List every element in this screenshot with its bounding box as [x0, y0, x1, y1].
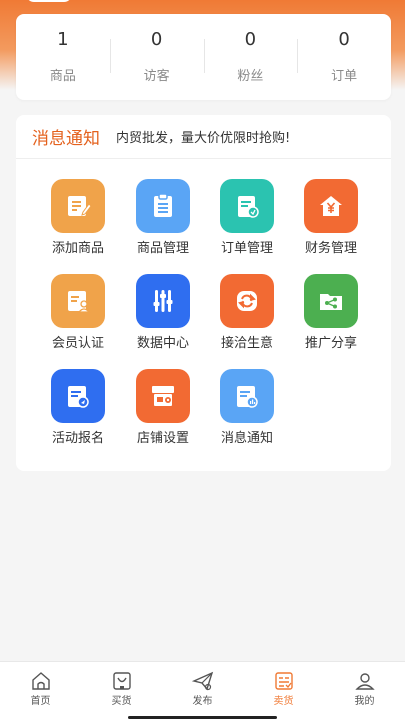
- nav-mine[interactable]: 我的: [324, 662, 405, 720]
- stat-value: 1: [57, 29, 69, 50]
- stat-value: 0: [244, 29, 257, 50]
- feature-promote-share[interactable]: 推广分享: [291, 274, 371, 354]
- stat-products[interactable]: 1 商品: [16, 29, 110, 85]
- feature-label: 活动报名: [51, 431, 104, 446]
- user-icon: [354, 673, 375, 690]
- nav-label: 卖货: [273, 696, 294, 707]
- feature-add-product[interactable]: 添加商品: [38, 179, 118, 259]
- edit-doc-icon: [51, 179, 105, 233]
- feature-label: 推广分享: [304, 336, 357, 351]
- stat-label: 访客: [143, 69, 170, 84]
- sell-list-icon: [274, 672, 293, 690]
- stat-label: 粉丝: [237, 69, 264, 84]
- feature-event-signup[interactable]: 活动报名: [38, 369, 118, 449]
- stat-orders[interactable]: 0 订单: [297, 29, 391, 85]
- feature-business-contact[interactable]: 接洽生意: [207, 274, 287, 354]
- nav-buy[interactable]: 买货: [81, 662, 162, 720]
- member-card-icon: [51, 274, 105, 328]
- header-pill: [26, 0, 72, 2]
- home-icon: [31, 672, 50, 690]
- stat-visitors[interactable]: 0 访客: [109, 29, 204, 85]
- nav-sell[interactable]: 卖货: [243, 662, 324, 720]
- feature-label: 商品管理: [136, 241, 189, 256]
- clipboard-icon: [136, 179, 190, 233]
- sliders-icon: [136, 274, 190, 328]
- shop-settings-icon: [136, 369, 190, 423]
- nav-label: 发布: [192, 696, 213, 707]
- feature-order-management[interactable]: 订单管理: [207, 179, 287, 259]
- message-doc-icon: [220, 369, 274, 423]
- bottom-nav: 首页 买货 发布 卖货 我的: [0, 661, 405, 720]
- feature-message-notice[interactable]: 消息通知: [207, 369, 287, 449]
- feature-label: 会员认证: [51, 336, 104, 351]
- yuan-house-icon: [304, 179, 358, 233]
- feature-member-verification[interactable]: 会员认证: [38, 274, 118, 354]
- feature-label: 接洽生意: [220, 336, 273, 351]
- stats-card: 1 商品 0 访客 0 粉丝 0 订单: [16, 14, 391, 100]
- feature-finance-management[interactable]: 财务管理: [291, 179, 371, 259]
- nav-label: 我的: [354, 696, 375, 707]
- stat-value: 0: [338, 29, 350, 50]
- nav-label: 买货: [111, 696, 132, 707]
- nav-label: 首页: [30, 696, 51, 707]
- exchange-icon: [220, 274, 274, 328]
- notice-title: 消息通知: [32, 129, 100, 149]
- stat-value: 0: [150, 29, 163, 50]
- stat-label: 订单: [331, 69, 358, 84]
- stat-label: 商品: [49, 69, 76, 84]
- notice-text: 内贸批发，量大价优限时抢购!: [116, 131, 291, 146]
- feature-data-center[interactable]: 数据中心: [123, 274, 203, 354]
- feature-label: 订单管理: [220, 241, 273, 256]
- order-doc-icon: [220, 179, 274, 233]
- home-indicator: [128, 716, 277, 719]
- nav-publish[interactable]: 发布: [162, 662, 243, 720]
- feature-label: 店铺设置: [136, 431, 189, 446]
- paper-plane-icon: [191, 671, 213, 691]
- notice-bar[interactable]: 消息通知 内贸批发，量大价优限时抢购!: [16, 115, 391, 159]
- share-folder-icon: [304, 274, 358, 328]
- features-card: 消息通知 内贸批发，量大价优限时抢购! 添加商品 商品管理 订单管理 财务管理 …: [16, 115, 391, 471]
- buy-bag-icon: [112, 672, 131, 690]
- stat-fans[interactable]: 0 粉丝: [203, 29, 298, 85]
- signup-doc-icon: [51, 369, 105, 423]
- feature-product-management[interactable]: 商品管理: [123, 179, 203, 259]
- feature-label: 消息通知: [220, 431, 273, 446]
- feature-label: 添加商品: [51, 241, 104, 256]
- feature-shop-settings[interactable]: 店铺设置: [123, 369, 203, 449]
- feature-label: 财务管理: [304, 241, 357, 256]
- feature-label: 数据中心: [136, 336, 189, 351]
- nav-home[interactable]: 首页: [0, 662, 81, 720]
